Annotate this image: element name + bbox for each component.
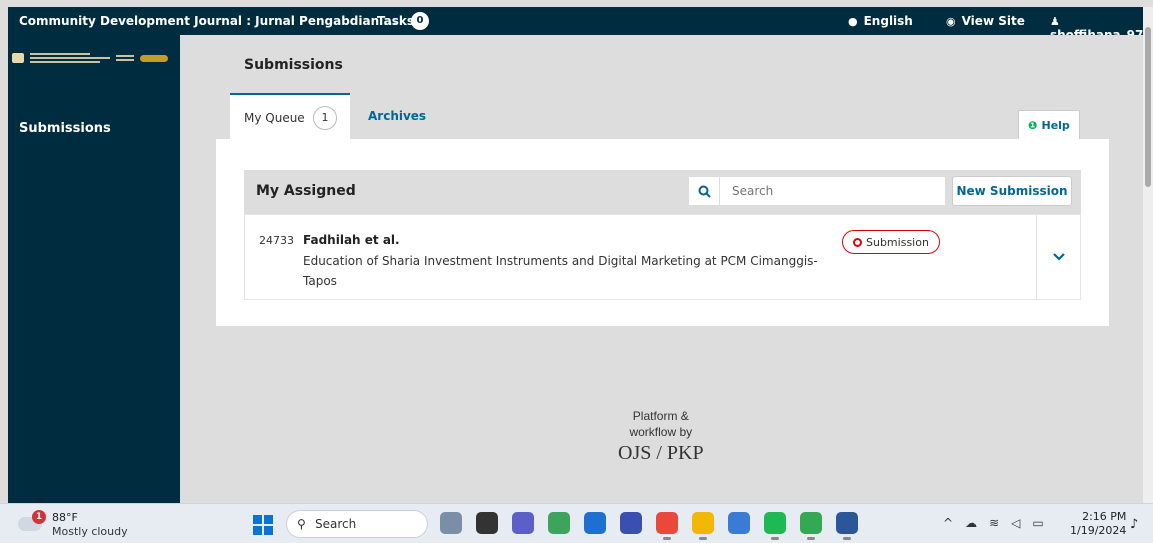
taskbar-clock[interactable]: 2:16 PM 1/19/2024	[1070, 510, 1126, 538]
tasks-link[interactable]: Tasks	[377, 14, 414, 28]
sidebar-item-submissions[interactable]: Submissions	[19, 121, 111, 136]
view-site-link[interactable]: ◉ View Site	[946, 14, 1025, 28]
spotify-icon[interactable]	[764, 512, 786, 540]
tasks-count-badge[interactable]: 0	[411, 12, 429, 30]
taskbar-search[interactable]: ⚲ Search	[286, 510, 428, 538]
logo-lettering-2	[116, 55, 134, 61]
search-input[interactable]	[720, 176, 946, 206]
tab-archives-label: Archives	[368, 109, 427, 123]
clock-time: 2:16 PM	[1082, 510, 1127, 523]
onedrive-icon[interactable]: ☁	[965, 516, 977, 530]
meet-app-icon[interactable]	[512, 512, 534, 534]
search-icon: ⚲	[297, 517, 306, 531]
volume-icon[interactable]: ◁	[1011, 516, 1020, 530]
sidebar: Submissions	[8, 35, 180, 503]
taskbar-search-label: Search	[315, 517, 357, 531]
expand-row-button[interactable]	[1036, 215, 1080, 299]
eye-icon: ◉	[946, 15, 956, 28]
chat-app-icon[interactable]	[548, 512, 570, 534]
stage-badge: Submission	[842, 230, 940, 254]
windows-start-icon[interactable]	[253, 515, 273, 535]
weather-condition: Mostly cloudy	[52, 525, 128, 538]
chevron-up-icon[interactable]: ^	[943, 516, 953, 530]
chrome-profile-icon[interactable]	[800, 512, 822, 540]
footer-line-2: workflow by	[629, 425, 693, 439]
page-title: Submissions	[244, 57, 343, 73]
tab-archives[interactable]: Archives	[368, 93, 448, 139]
top-navigation-bar: Community Development Journal : Jurnal P…	[8, 7, 1143, 42]
view-site-label: View Site	[961, 14, 1025, 28]
submissions-panel: My Assigned New Submission 24733 Fadhila…	[216, 139, 1109, 326]
stage-label: Submission	[866, 235, 929, 249]
search-icon	[698, 185, 711, 198]
page-scrollbar[interactable]	[1143, 7, 1153, 503]
submission-author: Fadhilah et al.	[303, 233, 400, 247]
help-label: Help	[1041, 119, 1070, 132]
submission-row[interactable]: 24733 Fadhilah et al. Education of Shari…	[244, 214, 1081, 300]
terminal-app-icon[interactable]	[476, 512, 498, 534]
journal-logo[interactable]	[12, 49, 180, 67]
search-button[interactable]	[688, 176, 720, 206]
platform-footer[interactable]: Platform & workflow by OJS / PKP	[618, 408, 704, 465]
file-explorer-icon[interactable]	[692, 512, 714, 540]
store-app-icon[interactable]	[584, 512, 606, 534]
tab-my-queue[interactable]: My Queue 1	[230, 93, 350, 139]
submission-id: 24733	[259, 234, 294, 247]
submission-title: Education of Sharia Investment Instrumen…	[303, 254, 818, 288]
weather-alert-badge: 1	[32, 510, 46, 524]
people-app-icon[interactable]	[440, 512, 462, 534]
language-label: English	[863, 14, 913, 28]
chevron-down-icon	[1052, 253, 1065, 261]
windows-taskbar: 1 88°F Mostly cloudy ⚲ Search ^ ☁ ≋ ◁ ▭ …	[0, 503, 1153, 543]
battery-icon[interactable]: ▭	[1032, 516, 1043, 530]
logo-lettering	[30, 53, 110, 63]
weather-temperature: 88°F	[52, 511, 78, 524]
ojs-pkp-logo: OJS / PKP	[618, 442, 704, 464]
taskbar-apps	[440, 512, 858, 540]
tab-my-queue-label: My Queue	[244, 111, 305, 125]
chrome-app-icon[interactable]	[656, 512, 678, 540]
main-content: Submissions My Queue 1 Archives ❶ Help M…	[180, 35, 1143, 503]
site-title-link[interactable]: Community Development Journal : Jurnal P…	[19, 14, 397, 28]
list-header: My Assigned New Submission	[244, 170, 1081, 214]
footer-line-1: Platform &	[632, 409, 689, 423]
editor-app-icon[interactable]	[620, 512, 642, 534]
browser-app-icon[interactable]	[728, 512, 750, 534]
logo-mark	[12, 53, 24, 63]
info-icon: ❶	[1028, 119, 1038, 132]
user-icon: ♟	[1050, 15, 1060, 28]
word-icon[interactable]	[836, 512, 858, 540]
help-button[interactable]: ❶ Help	[1018, 110, 1080, 140]
new-submission-button[interactable]: New Submission	[952, 176, 1072, 206]
list-title: My Assigned	[256, 183, 356, 199]
logo-accent	[140, 54, 168, 62]
scrollbar-thumb[interactable]	[1145, 27, 1151, 187]
wifi-icon[interactable]: ≋	[989, 516, 999, 530]
language-selector[interactable]: ● English	[848, 14, 913, 28]
stage-circle-icon	[853, 237, 862, 247]
system-tray[interactable]: ^ ☁ ≋ ◁ ▭	[943, 516, 1044, 530]
notification-bell-icon[interactable]: ♪	[1130, 517, 1138, 532]
queue-count-badge: 1	[313, 106, 337, 130]
globe-icon: ●	[848, 15, 858, 28]
clock-date: 1/19/2024	[1070, 524, 1127, 537]
